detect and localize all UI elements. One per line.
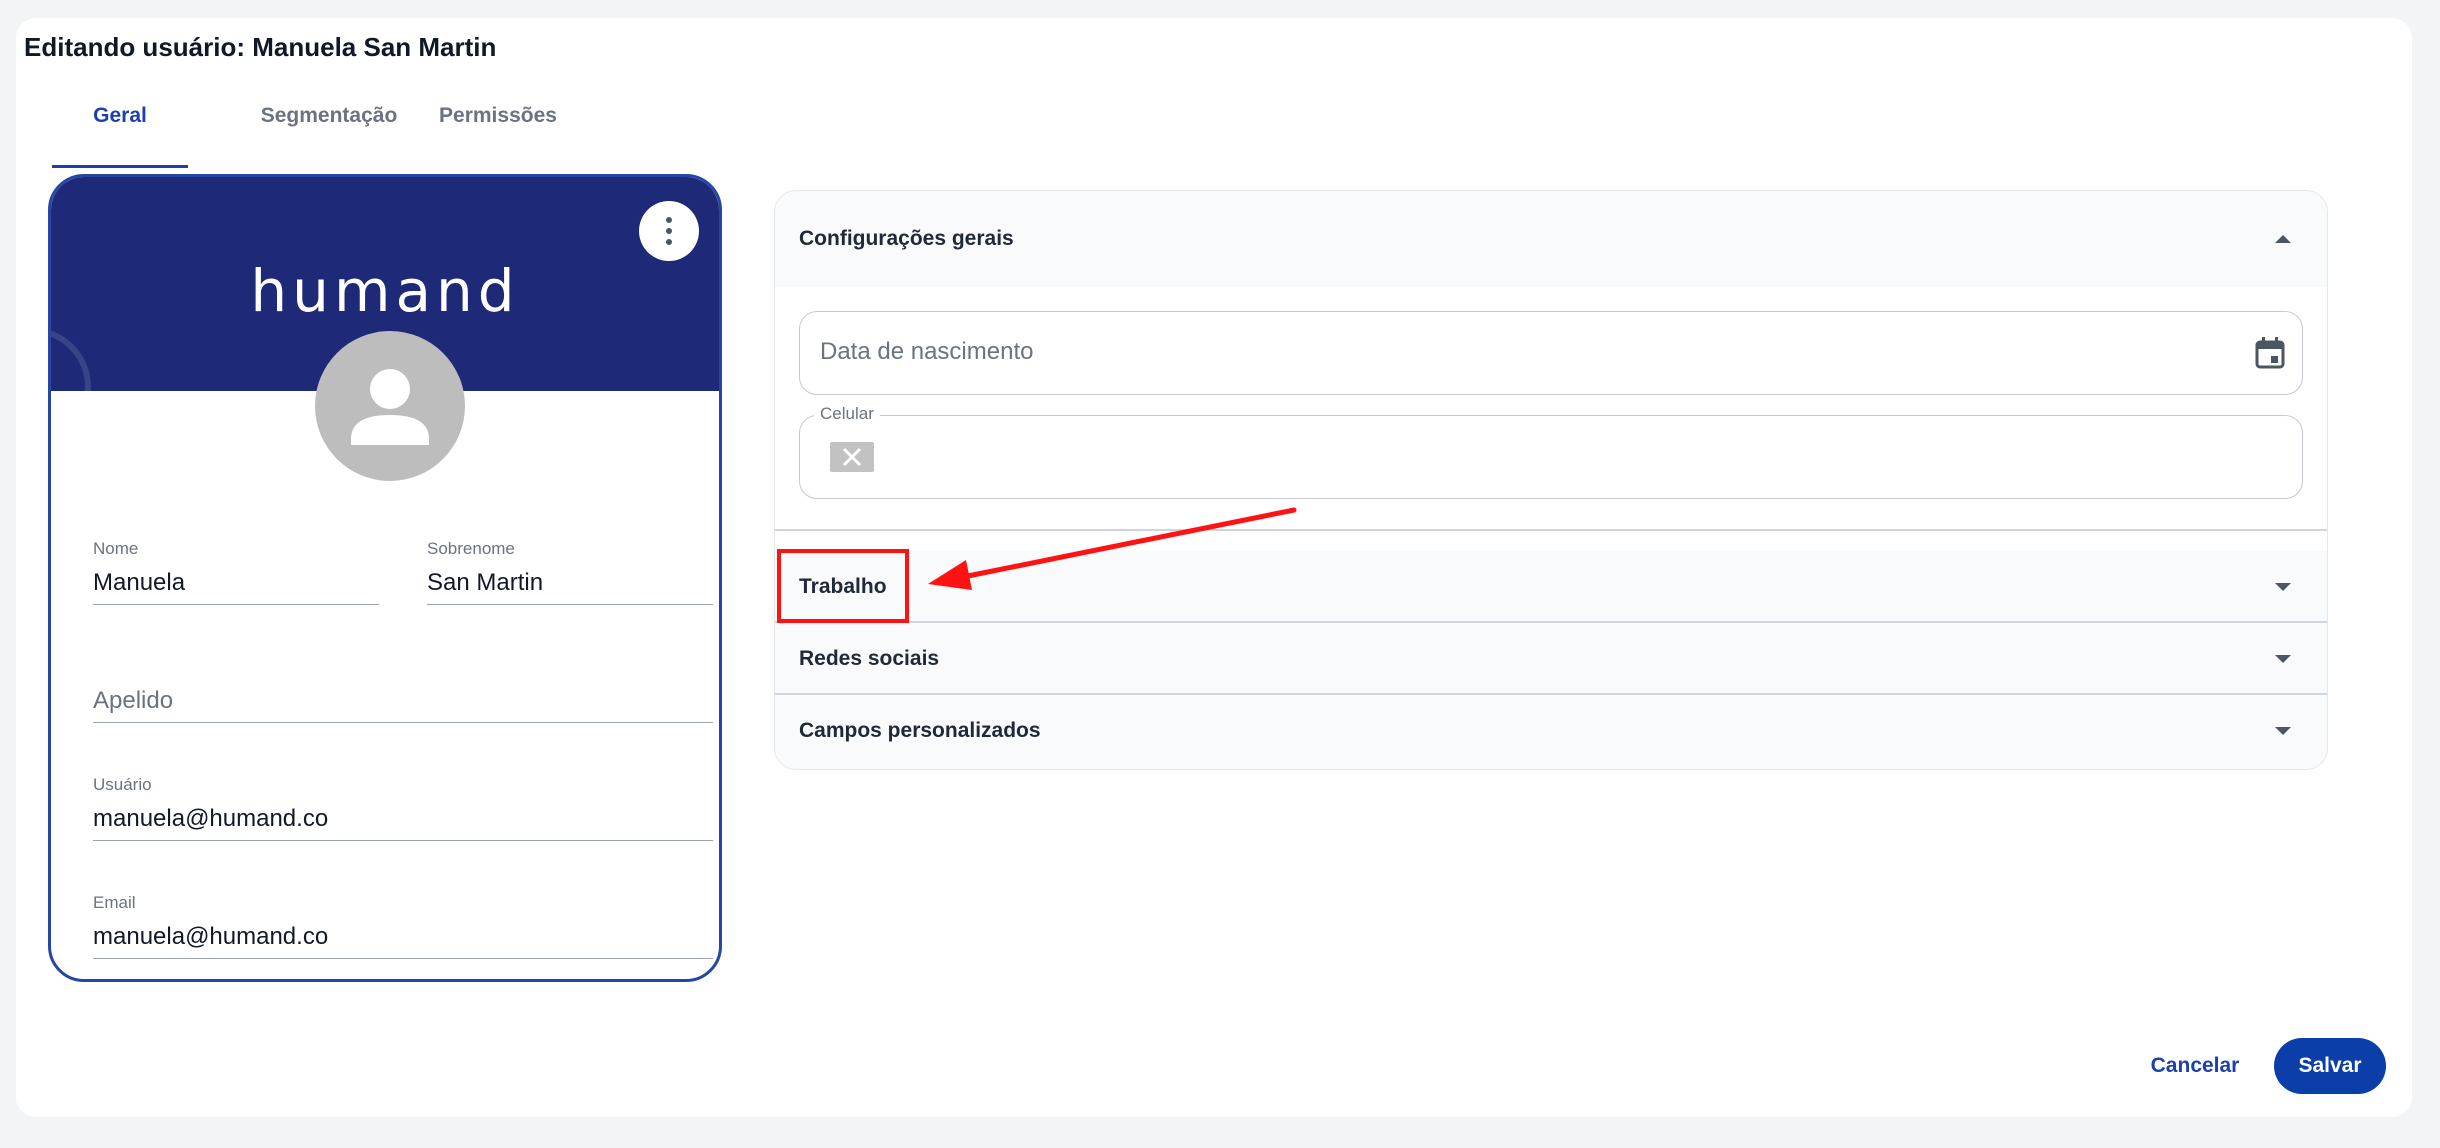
phone-label: Celular: [814, 404, 880, 424]
nome-value: Manuela: [93, 569, 186, 596]
page-title: Editando usuário: Manuela San Martin: [24, 32, 497, 62]
email-field[interactable]: Email manuela@humand.co: [93, 893, 713, 959]
birthdate-input[interactable]: Data de nascimento: [799, 311, 2303, 395]
email-label: Email: [93, 893, 136, 912]
apelido-field[interactable]: Apelido: [93, 657, 713, 723]
tab-geral[interactable]: Geral: [52, 96, 188, 168]
accordion-header-trabalho[interactable]: Trabalho: [775, 551, 2327, 621]
broken-flag-icon[interactable]: [830, 442, 874, 472]
chevron-down-icon: [2275, 727, 2291, 735]
tab-permissoes[interactable]: Permissões: [398, 96, 598, 168]
accordion-title-general: Configurações gerais: [799, 227, 1014, 250]
birthdate-placeholder: Data de nascimento: [820, 338, 1034, 365]
nome-label: Nome: [93, 539, 139, 558]
chevron-down-icon: [2275, 655, 2291, 663]
save-button[interactable]: Salvar: [2274, 1038, 2386, 1094]
sobrenome-label: Sobrenome: [427, 539, 515, 558]
accordion-header-redes-sociais[interactable]: Redes sociais: [775, 623, 2327, 693]
email-value: manuela@humand.co: [93, 923, 329, 950]
nome-field[interactable]: Nome Manuela: [93, 539, 379, 605]
banner-decoration: [51, 327, 91, 391]
avatar[interactable]: [315, 331, 465, 481]
sobrenome-value: San Martin: [427, 569, 544, 596]
person-icon: [351, 369, 429, 445]
chevron-down-icon: [2275, 583, 2291, 591]
profile-accordion: Configurações gerais Data de nascimento …: [774, 190, 2328, 770]
sobrenome-field[interactable]: Sobrenome San Martin: [427, 539, 713, 605]
accordion-divider: [775, 529, 2327, 531]
accordion-header-general[interactable]: Configurações gerais: [775, 191, 2327, 287]
usuario-field[interactable]: Usuário manuela@humand.co: [93, 775, 713, 841]
accordion-title-trabalho: Trabalho: [799, 575, 887, 598]
usuario-label: Usuário: [93, 775, 152, 794]
calendar-icon[interactable]: [2254, 336, 2286, 370]
more-vertical-icon[interactable]: [639, 201, 699, 261]
accordion-header-campos-personalizados[interactable]: Campos personalizados: [775, 695, 2327, 769]
chevron-up-icon: [2275, 235, 2291, 243]
cancel-button[interactable]: Cancelar: [2130, 1040, 2260, 1092]
accordion-title-redes-sociais: Redes sociais: [799, 647, 940, 670]
brand-logo: humand: [250, 257, 520, 325]
profile-card: humand Nome Manuela Sobrenome San Martin…: [48, 174, 722, 982]
apelido-placeholder: Apelido: [93, 687, 174, 714]
phone-input[interactable]: Celular: [799, 404, 2303, 499]
accordion-title-campos-personalizados: Campos personalizados: [799, 719, 1041, 742]
usuario-value: manuela@humand.co: [93, 805, 329, 832]
